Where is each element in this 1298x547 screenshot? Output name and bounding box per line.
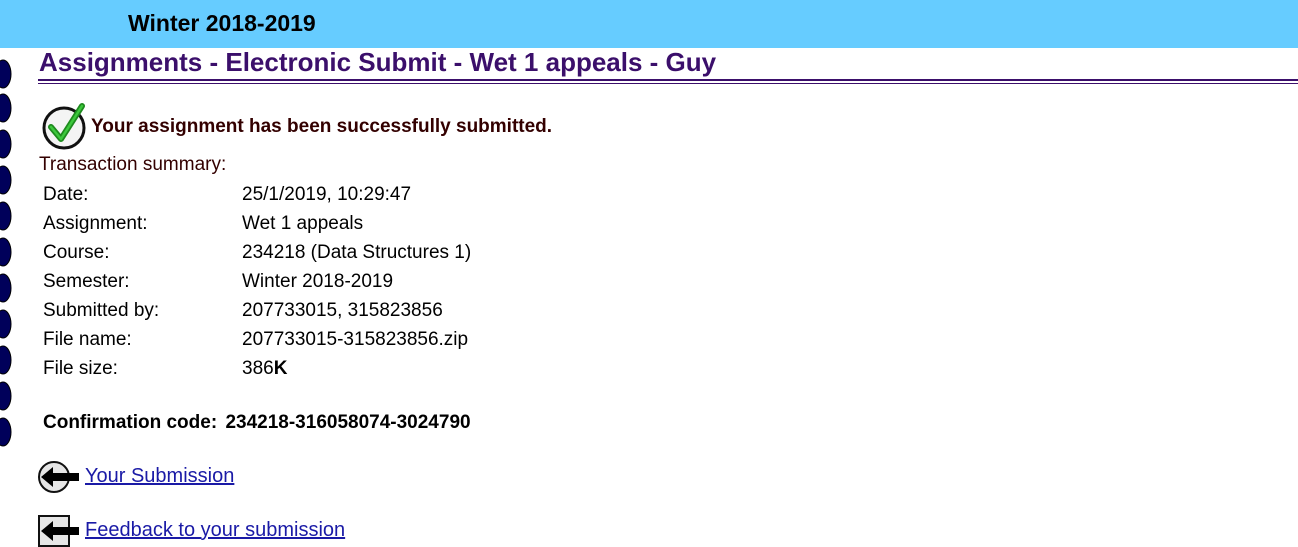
file-size-unit: K: [273, 358, 288, 379]
spiral-binding-decoration: [0, 59, 12, 447]
title-divider-thin: [38, 83, 1298, 84]
summary-key: File name:: [43, 329, 132, 350]
feedback-link[interactable]: Feedback to your submission: [85, 519, 345, 542]
success-banner: Your assignment has been successfully su…: [40, 102, 552, 150]
summary-value: Winter 2018-2019: [242, 271, 394, 292]
transaction-summary: Date: 25/1/2019, 10:29:47 Assignment: We…: [43, 180, 471, 383]
summary-row-submitted-by: Submitted by: 207733015, 315823856: [43, 296, 471, 325]
summary-key: Submitted by:: [43, 300, 160, 321]
summary-value: 234218 (Data Structures 1): [242, 242, 472, 263]
summary-key: Assignment:: [43, 213, 148, 234]
your-submission-link[interactable]: Your Submission: [85, 465, 234, 488]
file-size-number: 386: [242, 358, 274, 379]
summary-row-course: Course: 234218 (Data Structures 1): [43, 238, 471, 267]
semester-header-bar: Winter 2018-2019: [0, 0, 1298, 48]
summary-value: Wet 1 appeals: [242, 213, 364, 234]
summary-value: 25/1/2019, 10:29:47: [242, 184, 412, 205]
success-message: Your assignment has been successfully su…: [91, 116, 553, 137]
summary-row-semester: Semester: Winter 2018-2019: [43, 267, 471, 296]
semester-title: Winter 2018-2019: [128, 10, 316, 36]
checkmark-icon: [42, 103, 86, 150]
back-arrow-icon[interactable]: [37, 459, 81, 493]
summary-value: 207733015-315823856.zip: [242, 329, 469, 350]
summary-value: 386K: [242, 354, 287, 383]
summary-key: Semester:: [43, 271, 130, 292]
summary-key: File size:: [43, 358, 118, 379]
summary-row-file-name: File name: 207733015-315823856.zip: [43, 325, 471, 354]
confirmation-label: Confirmation code:: [43, 412, 218, 433]
confirmation-code-value: 234218-316058074-3024790: [225, 412, 471, 433]
title-divider: [38, 79, 1298, 81]
summary-key: Course:: [43, 242, 110, 263]
summary-row-date: Date: 25/1/2019, 10:29:47: [43, 180, 471, 209]
your-submission-link-row[interactable]: Your Submission: [37, 459, 234, 493]
summary-row-file-size: File size: 386K: [43, 354, 471, 383]
transaction-summary-label: Transaction summary:: [39, 154, 227, 175]
summary-value: 207733015, 315823856: [242, 300, 443, 321]
summary-key: Date:: [43, 184, 89, 205]
confirmation-code: Confirmation code: 234218-316058074-3024…: [43, 412, 471, 434]
page-title: Assignments - Electronic Submit - Wet 1 …: [39, 47, 717, 77]
summary-row-assignment: Assignment: Wet 1 appeals: [43, 209, 471, 238]
